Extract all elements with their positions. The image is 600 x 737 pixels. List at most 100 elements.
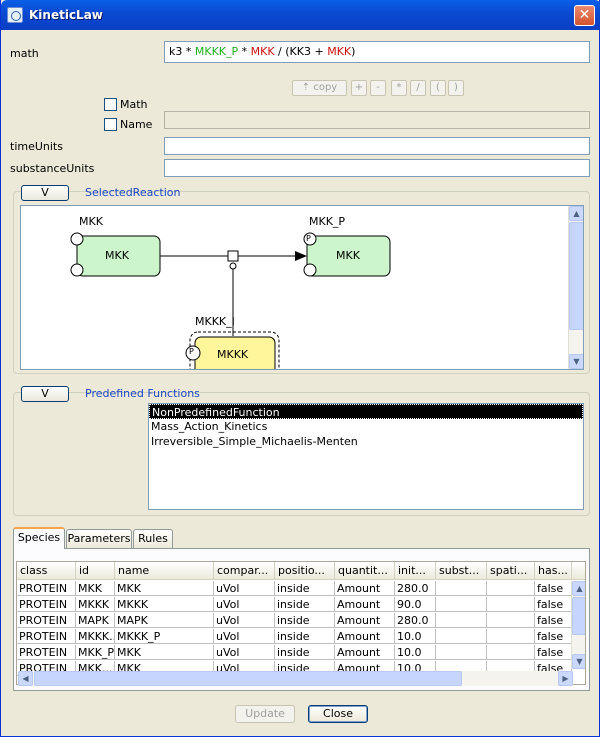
table-cell[interactable]: MKK bbox=[76, 581, 115, 596]
species-table-vscrollbar[interactable]: ▲ ▼ bbox=[571, 581, 585, 669]
table-cell[interactable]: inside bbox=[275, 613, 335, 628]
table-cell[interactable]: MKKK bbox=[115, 597, 214, 612]
window-close-button[interactable]: ✕ bbox=[574, 5, 595, 26]
table-cell[interactable]: 10.0 bbox=[395, 645, 436, 660]
table-cell[interactable]: Amount bbox=[335, 581, 395, 596]
table-cell[interactable]: uVol bbox=[214, 629, 275, 644]
table-cell[interactable]: MKK bbox=[115, 645, 214, 660]
table-cell[interactable]: false bbox=[535, 581, 572, 596]
table-cell[interactable]: PROTEIN bbox=[17, 629, 76, 644]
right-paren-button[interactable]: ) bbox=[448, 80, 464, 96]
scroll-left-arrow-icon[interactable]: ◀ bbox=[18, 671, 33, 686]
table-cell[interactable] bbox=[487, 645, 535, 660]
reaction-diagram[interactable]: MKK MKK MKK_P P MKK MKKK_I P MKKK ▲ ▼ bbox=[20, 205, 584, 370]
minus-button[interactable]: - bbox=[370, 80, 386, 96]
tab-rules[interactable]: Rules bbox=[133, 529, 173, 548]
table-cell[interactable]: PROTEIN bbox=[17, 613, 76, 628]
column-header[interactable]: spati... bbox=[487, 562, 535, 580]
species-table[interactable]: class id name compar... positio... quantit...… bbox=[16, 561, 586, 685]
column-header[interactable]: quantit... bbox=[335, 562, 395, 580]
column-header[interactable]: subst... bbox=[436, 562, 487, 580]
table-cell[interactable]: MKKK bbox=[76, 597, 115, 612]
table-cell[interactable]: inside bbox=[275, 581, 335, 596]
table-cell[interactable]: inside bbox=[275, 629, 335, 644]
table-row[interactable]: PROTEIN MKKK MKKK uVol inside Amount 90.0 false bbox=[17, 597, 572, 612]
tab-parameters[interactable]: Parameters bbox=[66, 529, 132, 548]
table-row[interactable]: PROTEIN MAPK MAPK uVol inside Amount 280.0 fals… bbox=[17, 613, 572, 628]
scroll-up-arrow-icon[interactable]: ▲ bbox=[572, 581, 585, 596]
table-cell[interactable]: MKKK... bbox=[76, 629, 115, 644]
table-cell[interactable]: false bbox=[535, 629, 572, 644]
table-cell[interactable]: false bbox=[535, 613, 572, 628]
table-cell[interactable]: false bbox=[535, 597, 572, 612]
selected-reaction-toggle-button[interactable]: V bbox=[21, 185, 69, 201]
close-button[interactable]: Close bbox=[308, 705, 368, 723]
math-checkbox[interactable] bbox=[104, 98, 117, 111]
predefined-functions-toggle-button[interactable]: V bbox=[21, 386, 69, 402]
scroll-right-arrow-icon[interactable]: ▶ bbox=[558, 671, 573, 686]
scroll-down-arrow-icon[interactable]: ▼ bbox=[569, 354, 583, 369]
table-cell[interactable] bbox=[487, 597, 535, 612]
title-bar[interactable]: KineticLaw ✕ bbox=[1, 0, 600, 30]
table-cell[interactable] bbox=[436, 597, 487, 612]
plus-button[interactable]: + bbox=[351, 80, 367, 96]
table-cell[interactable]: 280.0 bbox=[395, 613, 436, 628]
table-cell[interactable]: 280.0 bbox=[395, 581, 436, 596]
table-cell[interactable] bbox=[436, 645, 487, 660]
column-header[interactable]: compar... bbox=[214, 562, 275, 580]
name-checkbox[interactable] bbox=[104, 118, 117, 131]
list-item[interactable]: NonPredefinedFunction bbox=[149, 404, 583, 419]
species-table-hscrollbar[interactable]: ◀ ▶ bbox=[18, 671, 573, 686]
copy-button[interactable]: ⇡ copy bbox=[292, 80, 347, 96]
column-header[interactable]: init... bbox=[395, 562, 436, 580]
table-cell[interactable]: uVol bbox=[214, 645, 275, 660]
divide-button[interactable]: / bbox=[410, 80, 426, 96]
table-cell[interactable]: MAPK bbox=[76, 613, 115, 628]
list-item[interactable]: Irreversible_Simple_Michaelis-Menten bbox=[149, 434, 583, 449]
table-cell[interactable]: MKK_P bbox=[76, 645, 115, 660]
substance-units-input[interactable] bbox=[164, 159, 590, 177]
table-cell[interactable]: PROTEIN bbox=[17, 581, 76, 596]
math-expression-field[interactable]: k3 * MKKK_P * MKK / (KK3 + MKK) bbox=[164, 41, 590, 63]
multiply-button[interactable]: * bbox=[391, 80, 407, 96]
table-cell[interactable]: inside bbox=[275, 645, 335, 660]
table-cell[interactable]: Amount bbox=[335, 645, 395, 660]
column-header[interactable]: name bbox=[115, 562, 214, 580]
table-cell[interactable]: 90.0 bbox=[395, 597, 436, 612]
table-cell[interactable]: inside bbox=[275, 597, 335, 612]
table-cell[interactable]: Amount bbox=[335, 597, 395, 612]
reaction-diagram-vscrollbar[interactable]: ▲ ▼ bbox=[568, 206, 583, 369]
table-cell[interactable]: 10.0 bbox=[395, 629, 436, 644]
table-cell[interactable]: Amount bbox=[335, 629, 395, 644]
table-cell[interactable]: PROTEIN bbox=[17, 597, 76, 612]
reaction-process-node[interactable] bbox=[227, 250, 239, 262]
scroll-thumb[interactable] bbox=[569, 222, 583, 330]
table-row[interactable]: PROTEIN MKK MKK uVol inside Amount 280.0 false bbox=[17, 581, 572, 596]
table-row[interactable]: PROTEINMKKK...MKKK_PuVolinsideAmount10.0… bbox=[17, 629, 572, 644]
table-cell[interactable] bbox=[487, 613, 535, 628]
table-cell[interactable]: uVol bbox=[214, 613, 275, 628]
table-cell[interactable] bbox=[436, 581, 487, 596]
table-cell[interactable] bbox=[436, 629, 487, 644]
scroll-up-arrow-icon[interactable]: ▲ bbox=[569, 206, 583, 221]
table-cell[interactable]: uVol bbox=[214, 581, 275, 596]
predefined-functions-list[interactable]: NonPredefinedFunction Mass_Action_Kineti… bbox=[148, 403, 584, 510]
column-header[interactable]: class bbox=[17, 562, 76, 580]
left-paren-button[interactable]: ( bbox=[430, 80, 446, 96]
column-header[interactable]: id bbox=[76, 562, 115, 580]
tab-species[interactable]: Species bbox=[13, 527, 65, 549]
table-cell[interactable]: uVol bbox=[214, 597, 275, 612]
table-cell[interactable]: MAPK bbox=[115, 613, 214, 628]
table-cell[interactable] bbox=[436, 613, 487, 628]
table-cell[interactable]: MKKK_P bbox=[115, 629, 214, 644]
table-cell[interactable]: PROTEIN bbox=[17, 645, 76, 660]
update-button[interactable]: Update bbox=[235, 705, 295, 723]
scroll-thumb[interactable] bbox=[572, 597, 585, 635]
column-header[interactable]: has... bbox=[535, 562, 572, 580]
table-row[interactable]: PROTEIN MKK_P MKK uVol inside Amount 10.0 false bbox=[17, 645, 572, 660]
table-cell[interactable]: false bbox=[535, 645, 572, 660]
scroll-down-arrow-icon[interactable]: ▼ bbox=[572, 654, 585, 669]
column-header[interactable]: positio... bbox=[275, 562, 335, 580]
table-cell[interactable]: Amount bbox=[335, 613, 395, 628]
table-cell[interactable]: MKK bbox=[115, 581, 214, 596]
